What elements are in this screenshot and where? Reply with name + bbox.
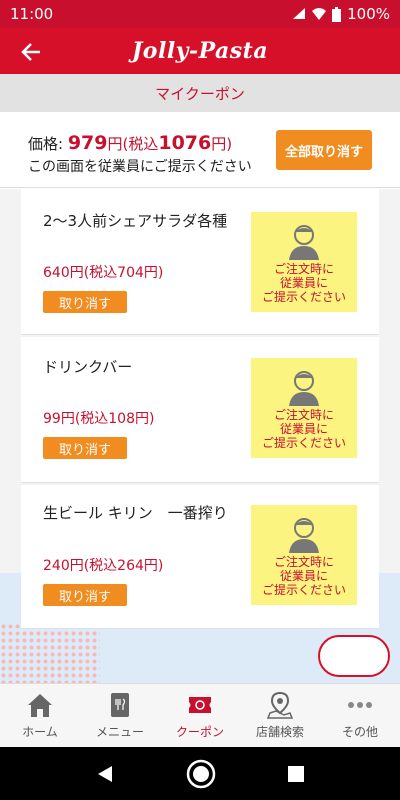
- system-nav-bar: [0, 747, 400, 800]
- tab-home[interactable]: ホーム: [0, 684, 80, 747]
- cancel-coupon-button[interactable]: 取り消す: [43, 291, 127, 313]
- app-bar: Jolly-Pasta: [0, 28, 400, 74]
- coupon-list[interactable]: 2〜3人前シェアサラダ各種 640円(税込704円) 取り消す ご注文時に 従業…: [0, 189, 400, 683]
- tab-label: その他: [341, 725, 378, 739]
- staff-notice-text: ご注文時に 従業員に ご提示ください: [261, 555, 346, 597]
- price-value: 979: [67, 132, 108, 154]
- dot-pattern: [0, 623, 100, 683]
- menu-book-icon: [111, 693, 129, 717]
- tab-store-search[interactable]: 店舗検索: [240, 684, 320, 747]
- coupon-card: ドリンクバー 99円(税込108円) 取り消す ご注文時に 従業員に ご提示くだ…: [21, 337, 379, 483]
- staff-person-icon: [289, 518, 319, 553]
- status-time: 11:00: [10, 5, 54, 23]
- back-arrow-icon[interactable]: [18, 38, 46, 66]
- price-summary: 価格: 979円(税込1076円) この画面を従業員にご提示ください 全部取り消…: [0, 112, 400, 188]
- brand-logo: Jolly-Pasta: [131, 38, 269, 64]
- price-label: 価格:: [28, 135, 68, 153]
- nav-recents-icon[interactable]: [288, 765, 304, 782]
- battery-level: 100%: [347, 5, 390, 23]
- wifi-icon: [312, 8, 327, 20]
- coupon-name: ドリンクバー: [43, 358, 133, 376]
- cancel-coupon-button[interactable]: 取り消す: [43, 437, 127, 459]
- home-icon: [28, 694, 52, 717]
- nav-back-icon[interactable]: [96, 765, 114, 783]
- tab-label: 店舗検索: [255, 725, 304, 739]
- tab-label: メニュー: [95, 725, 144, 739]
- cancel-all-button[interactable]: 全部取り消す: [276, 130, 372, 170]
- coupon-name: 生ビール キリン 一番搾り: [43, 504, 228, 522]
- staff-notice-text: ご注文時に 従業員に ご提示ください: [261, 262, 346, 304]
- staff-notice: ご注文時に 従業員に ご提示ください: [251, 358, 357, 458]
- more-icon: [348, 702, 372, 708]
- staff-notice-text: ご注文時に 従業員に ご提示ください: [261, 408, 346, 450]
- staff-notice: ご注文時に 従業員に ご提示ください: [251, 505, 357, 605]
- tab-label: ホーム: [22, 725, 58, 739]
- map-pin-icon: [266, 691, 294, 719]
- status-icons: 100%: [292, 5, 390, 23]
- staff-person-icon: [289, 371, 319, 406]
- coupon-price: 240円(税込264円): [43, 558, 164, 574]
- tab-more[interactable]: その他: [320, 684, 400, 747]
- coupon-price: 640円(税込704円): [43, 265, 164, 281]
- coupon-name: 2〜3人前シェアサラダ各種: [43, 212, 228, 230]
- coupon-card: 生ビール キリン 一番搾り 240円(税込264円) 取り消す ご注文時に 従業…: [21, 485, 379, 629]
- staff-notice: ご注文時に 従業員に ご提示ください: [251, 212, 357, 312]
- tax-price-value: 1076: [158, 132, 212, 154]
- staff-person-icon: [289, 225, 319, 260]
- coupon-card: 2〜3人前シェアサラダ各種 640円(税込704円) 取り消す ご注文時に 従業…: [21, 189, 379, 335]
- tab-menu[interactable]: メニュー: [80, 684, 160, 747]
- coupon-price: 99円(税込108円): [43, 411, 155, 427]
- page-title: マイクーポン: [0, 74, 400, 112]
- price-suffix: 円(税込: [107, 135, 159, 153]
- tab-coupon[interactable]: クーポン: [160, 684, 240, 747]
- cancel-coupon-button[interactable]: 取り消す: [43, 584, 127, 606]
- cloud-decoration: [318, 635, 390, 677]
- coupon-icon: [189, 697, 211, 713]
- tab-label: クーポン: [175, 725, 224, 739]
- tax-suffix: 円): [211, 135, 233, 153]
- signal-icon: [293, 8, 306, 19]
- nav-home-icon[interactable]: [186, 759, 216, 789]
- status-bar: 11:00 100%: [0, 0, 400, 28]
- bottom-tab-bar: ホーム メニュー クーポン 店舗検索 その他: [0, 683, 400, 747]
- battery-icon: [332, 6, 342, 22]
